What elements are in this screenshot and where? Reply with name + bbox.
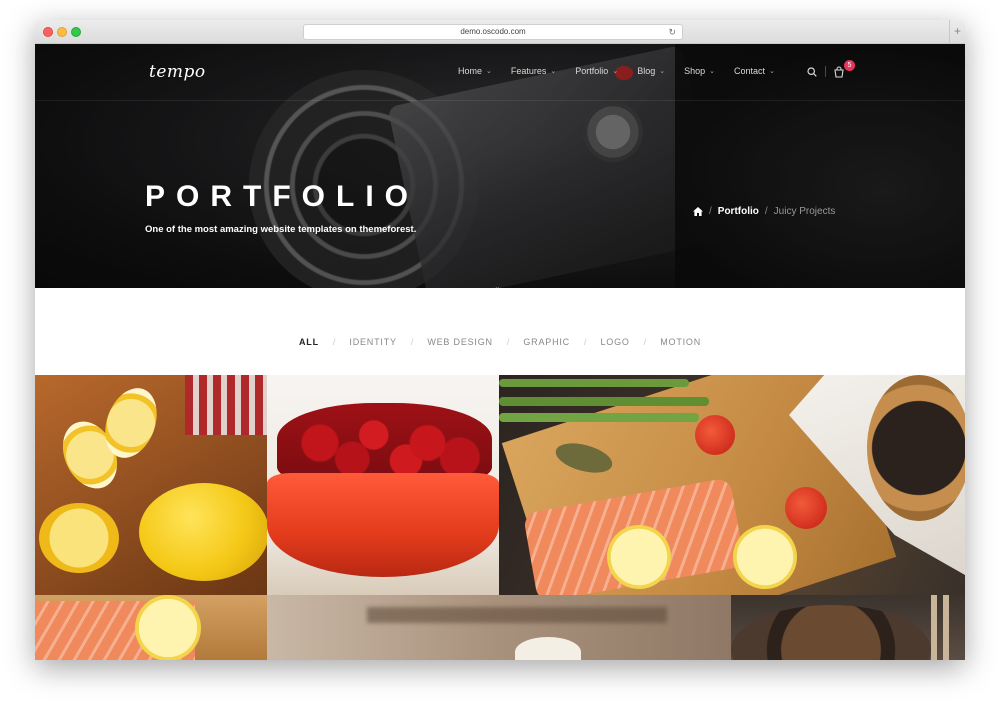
nav-label: Portfolio xyxy=(575,66,609,76)
breadcrumb-portfolio[interactable]: Portfolio xyxy=(718,206,759,217)
cart-icon[interactable] xyxy=(833,66,845,78)
portfolio-item-salmon-lemon[interactable] xyxy=(35,595,267,660)
filter-web-design[interactable]: WEB DESIGN xyxy=(427,337,493,347)
page-subtitle: One of the most amazing website template… xyxy=(145,224,417,235)
portfolio-item-salmon[interactable] xyxy=(499,375,965,595)
portfolio-item-lemons[interactable] xyxy=(35,375,267,595)
portfolio-item-restaurant[interactable] xyxy=(267,595,731,660)
reload-icon[interactable]: ↻ xyxy=(668,25,676,39)
filter-logo[interactable]: LOGO xyxy=(600,337,629,347)
minimize-window-button[interactable] xyxy=(57,27,67,37)
filter-separator: / xyxy=(506,337,510,347)
nav-item-home[interactable]: Home ⌄ xyxy=(458,66,492,76)
filter-separator: / xyxy=(643,337,647,347)
chevron-down-icon: ⌄ xyxy=(486,68,492,75)
filter-separator: / xyxy=(583,337,587,347)
portfolio-filters: ALL / IDENTITY / WEB DESIGN / GRAPHIC / … xyxy=(35,337,965,347)
lemon-half-image xyxy=(39,503,119,573)
asparagus-image xyxy=(499,413,699,422)
chevron-down-icon: ⌄ xyxy=(550,68,557,75)
chevron-down-icon: ⌄ xyxy=(709,68,715,75)
nav-label: Features xyxy=(510,66,547,76)
portfolio-item-noodle-bowl[interactable] xyxy=(731,595,965,660)
chopsticks-image xyxy=(943,595,949,660)
page-title: PORTFOLIO xyxy=(145,180,419,213)
filter-motion[interactable]: MOTION xyxy=(660,337,701,347)
lemon-slice-image xyxy=(607,525,671,589)
blurred-table-image xyxy=(367,607,667,623)
new-tab-button[interactable]: + xyxy=(949,20,965,43)
nav-label: Shop xyxy=(684,66,706,76)
header-divider xyxy=(35,100,965,101)
address-text: demo.oscodo.com xyxy=(460,27,526,36)
portfolio-grid xyxy=(35,375,965,660)
pepper-bowl-image xyxy=(867,375,965,521)
breadcrumb-current-page: Juicy Projects xyxy=(773,206,836,217)
nav-label: Home xyxy=(458,66,483,76)
nav-divider xyxy=(825,66,826,77)
filter-separator: / xyxy=(332,337,336,347)
tomato-image xyxy=(695,415,735,455)
nav-item-blog[interactable]: Blog ⌄ xyxy=(637,66,665,76)
tomato-image xyxy=(785,487,827,529)
nav-item-contact[interactable]: Contact ⌄ xyxy=(734,66,775,76)
chevron-down-icon: ⌄ xyxy=(769,68,775,75)
chopsticks-image xyxy=(931,595,937,660)
tablecloth-image xyxy=(185,375,267,435)
close-window-button[interactable] xyxy=(43,27,53,37)
filter-all[interactable]: ALL xyxy=(299,337,319,347)
portfolio-item-strawberries[interactable] xyxy=(267,375,499,595)
lemon-slice-image xyxy=(135,595,201,660)
zoom-window-button[interactable] xyxy=(71,27,81,37)
browser-window: demo.oscodo.com ↻ + tempo Home ⌄ Features… xyxy=(35,20,965,660)
nav-label: Blog xyxy=(637,66,656,76)
filter-graphic[interactable]: GRAPHIC xyxy=(523,337,570,347)
nav-item-portfolio[interactable]: Portfolio ⌄ xyxy=(575,66,618,76)
asparagus-image xyxy=(499,379,689,387)
breadcrumb-separator: / xyxy=(764,206,768,217)
red-bowl-image xyxy=(267,473,499,577)
scroll-down-icon[interactable]: ⌄ xyxy=(494,282,501,288)
nav-item-shop[interactable]: Shop ⌄ xyxy=(684,66,715,76)
cream-dessert-image xyxy=(515,637,581,660)
site-logo[interactable]: tempo xyxy=(149,62,206,82)
chevron-down-icon: ⌄ xyxy=(659,68,666,75)
main-nav: Home ⌄ Features ⌄ Portfolio ⌄ Blog ⌄ Shop ⌄ C… xyxy=(458,66,794,76)
strawberries-image xyxy=(277,403,492,483)
breadcrumb-separator: / xyxy=(709,206,712,217)
filter-separator: / xyxy=(410,337,414,347)
search-icon[interactable] xyxy=(807,67,817,77)
nav-label: Contact xyxy=(734,66,766,76)
asparagus-image xyxy=(499,397,709,406)
cart-count-badge: 5 xyxy=(844,60,855,71)
filter-identity[interactable]: IDENTITY xyxy=(349,337,396,347)
home-icon[interactable] xyxy=(693,207,703,216)
lemon-whole-image xyxy=(139,483,267,581)
browser-toolbar: demo.oscodo.com ↻ + xyxy=(35,20,965,44)
address-bar[interactable]: demo.oscodo.com ↻ xyxy=(303,24,683,40)
noodle-bowl-image xyxy=(731,605,931,660)
breadcrumb: / Portfolio / Juicy Projects xyxy=(693,206,835,217)
chevron-down-icon: ⌄ xyxy=(612,68,619,75)
lemon-slice-image xyxy=(733,525,797,589)
nav-item-features[interactable]: Features ⌄ xyxy=(511,66,556,76)
hero-banner: tempo Home ⌄ Features ⌄ Portfolio ⌄ Blog ⌄ S… xyxy=(35,44,965,288)
